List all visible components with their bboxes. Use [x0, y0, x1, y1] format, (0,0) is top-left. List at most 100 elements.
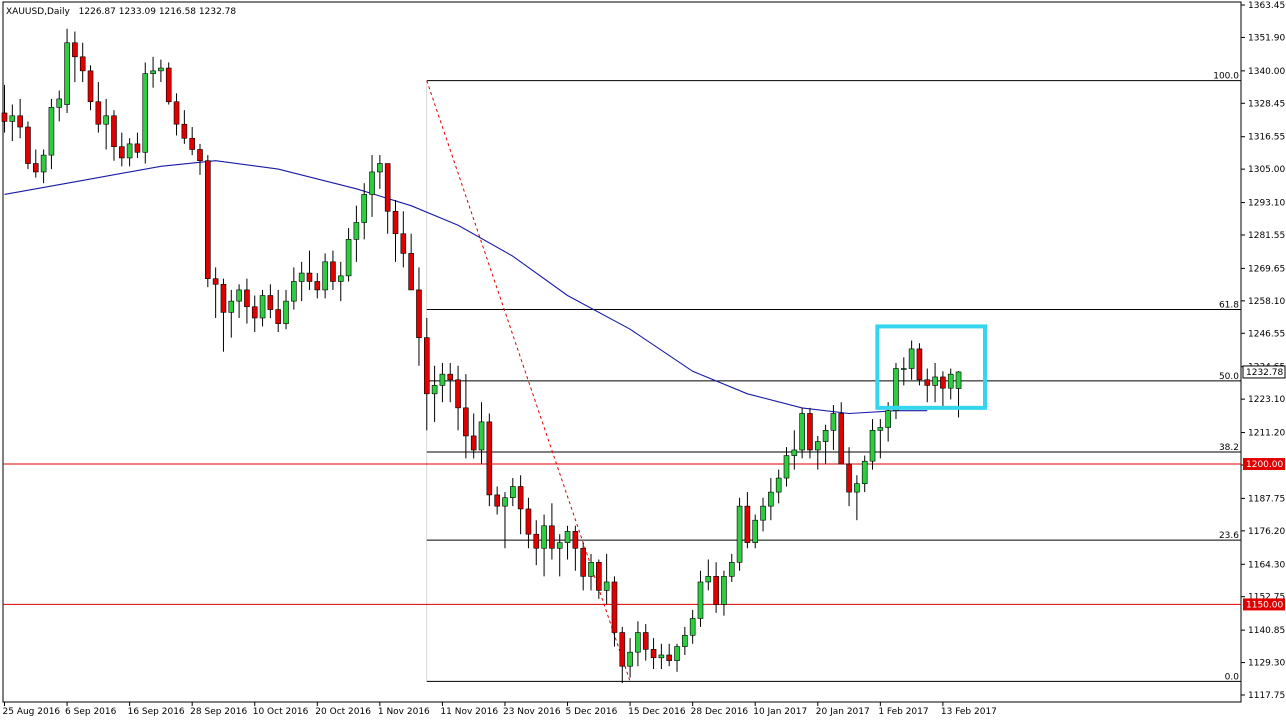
bull-candle-body	[556, 542, 563, 549]
bear-candle-body	[838, 413, 845, 465]
bull-candle-body	[768, 491, 774, 507]
bear-candle-body	[197, 149, 203, 162]
bear-candle-body	[1, 112, 8, 122]
y-tick-label: 1223.10	[1248, 395, 1285, 405]
x-tick-label: 23 Nov 2016	[503, 707, 561, 717]
bear-candle-body	[924, 379, 931, 386]
bull-candle-body	[142, 73, 149, 153]
fib-level-label: 50.0	[1219, 372, 1239, 382]
bull-candle-body	[377, 163, 383, 173]
chart-title: XAUUSD,Daily 1226.87 1233.09 1216.58 123…	[6, 7, 236, 17]
candle	[486, 413, 493, 507]
bear-candle-body	[533, 533, 540, 549]
y-tick-label: 1140.85	[1248, 626, 1285, 636]
y-tick-label: 1164.30	[1248, 560, 1285, 570]
bull-candle-body	[126, 143, 133, 159]
bear-candle-body	[650, 649, 657, 659]
x-tick-label: 10 Jan 2017	[753, 707, 807, 717]
y-tick-label: 1211.20	[1248, 429, 1285, 439]
bear-candle-body	[205, 160, 211, 279]
price-axis[interactable]: 1363.45 1351.90 1340.00 1328.45 1316.55 1305.…	[1241, 1, 1285, 701]
bull-candle-body	[783, 455, 790, 479]
bull-candle-body	[752, 519, 759, 543]
bear-candle-body	[525, 508, 532, 535]
bear-candle-body	[666, 654, 673, 661]
bear-candle-body	[181, 123, 188, 139]
bull-candle-body	[900, 368, 907, 370]
bull-candle-body	[509, 486, 516, 499]
bull-candle-body	[56, 98, 63, 108]
bull-candle-body	[322, 261, 328, 291]
bear-candle-body	[619, 632, 626, 667]
x-tick-label: 28 Dec 2016	[691, 707, 749, 717]
bear-candle-body	[423, 337, 430, 395]
bear-candle-body	[111, 115, 117, 147]
bear-candle-body	[486, 421, 493, 496]
candle	[916, 343, 923, 386]
bear-candle-body	[470, 435, 477, 451]
bull-candle-body	[564, 531, 571, 543]
candle	[205, 155, 211, 288]
fib-level-label: 61.8	[1219, 301, 1239, 311]
bear-candle-body	[165, 67, 172, 103]
bear-candle-body	[330, 261, 336, 282]
bull-candle-body	[361, 194, 368, 223]
bull-candle-body	[48, 107, 55, 156]
bull-candle-body	[728, 562, 735, 577]
bull-candle-body	[760, 505, 766, 521]
x-tick-label: 10 Oct 2016	[253, 707, 309, 717]
bear-candle-body	[611, 581, 618, 633]
bear-candle-body	[408, 253, 414, 291]
bear-candle-body	[87, 70, 94, 103]
chart-frame: 100.0 61.8 50.0 38.2 23.6 0.0 1363.45 1351.90 1…	[0, 0, 1286, 724]
bull-candle-body	[439, 373, 446, 386]
bear-candle-body	[95, 101, 102, 125]
price-chart[interactable]: 100.061.850.038.223.60.0 1363.451351.901…	[0, 0, 1286, 724]
y-tick-label: 1281.55	[1248, 231, 1285, 241]
bull-candle-body	[236, 289, 242, 302]
candle	[25, 121, 31, 170]
bull-candle-body	[791, 449, 798, 456]
bull-candle-body	[854, 483, 860, 493]
time-axis[interactable]: 25 Aug 2016 6 Sep 2016 16 Sep 2016 28 Sep 2…	[3, 702, 997, 717]
x-tick-label: 1 Nov 2016	[378, 707, 430, 717]
bull-candle-body	[674, 646, 680, 661]
bear-candle-body	[189, 137, 195, 150]
bull-candle-body	[291, 281, 297, 302]
y-tick-label: 1340.00	[1248, 67, 1285, 77]
bear-candle-body	[212, 278, 219, 285]
bull-candle-body	[478, 421, 485, 451]
level-price-tag-label: 1200.00	[1246, 460, 1283, 470]
bear-candle-body	[463, 407, 469, 437]
bull-candle-body	[431, 385, 438, 395]
bull-candle-body	[830, 413, 837, 431]
bear-candle-body	[119, 146, 125, 159]
bull-candle-body	[369, 171, 375, 195]
bear-candle-body	[549, 525, 555, 549]
bear-candle-body	[846, 463, 852, 493]
y-tick-label: 1129.30	[1248, 659, 1285, 669]
bear-candle-body	[25, 126, 31, 164]
x-tick-label: 6 Sep 2016	[65, 707, 117, 717]
bear-candle-body	[72, 42, 78, 58]
plot-area	[2, 1, 1242, 703]
bull-candle-body	[337, 275, 344, 282]
x-tick-label: 20 Jan 2017	[816, 707, 870, 717]
bull-candle-body	[345, 239, 352, 277]
bear-candle-body	[275, 309, 282, 324]
bull-candle-body	[721, 576, 727, 605]
y-tick-label: 1246.55	[1248, 329, 1285, 339]
y-tick-label: 1187.75	[1248, 494, 1285, 504]
symbol-label: XAUUSD,Daily	[6, 7, 70, 17]
bull-candle-body	[103, 115, 109, 125]
x-tick-label: 16 Sep 2016	[128, 707, 185, 717]
bull-candle-body	[908, 348, 915, 369]
candle	[142, 62, 149, 164]
bear-candle-body	[916, 348, 923, 381]
bear-candle-body	[306, 272, 313, 282]
candle	[893, 362, 899, 420]
x-tick-label: 15 Dec 2016	[628, 707, 686, 717]
bear-candle-body	[494, 494, 500, 507]
bull-candle-body	[947, 373, 954, 389]
bull-candle-body	[861, 460, 868, 484]
